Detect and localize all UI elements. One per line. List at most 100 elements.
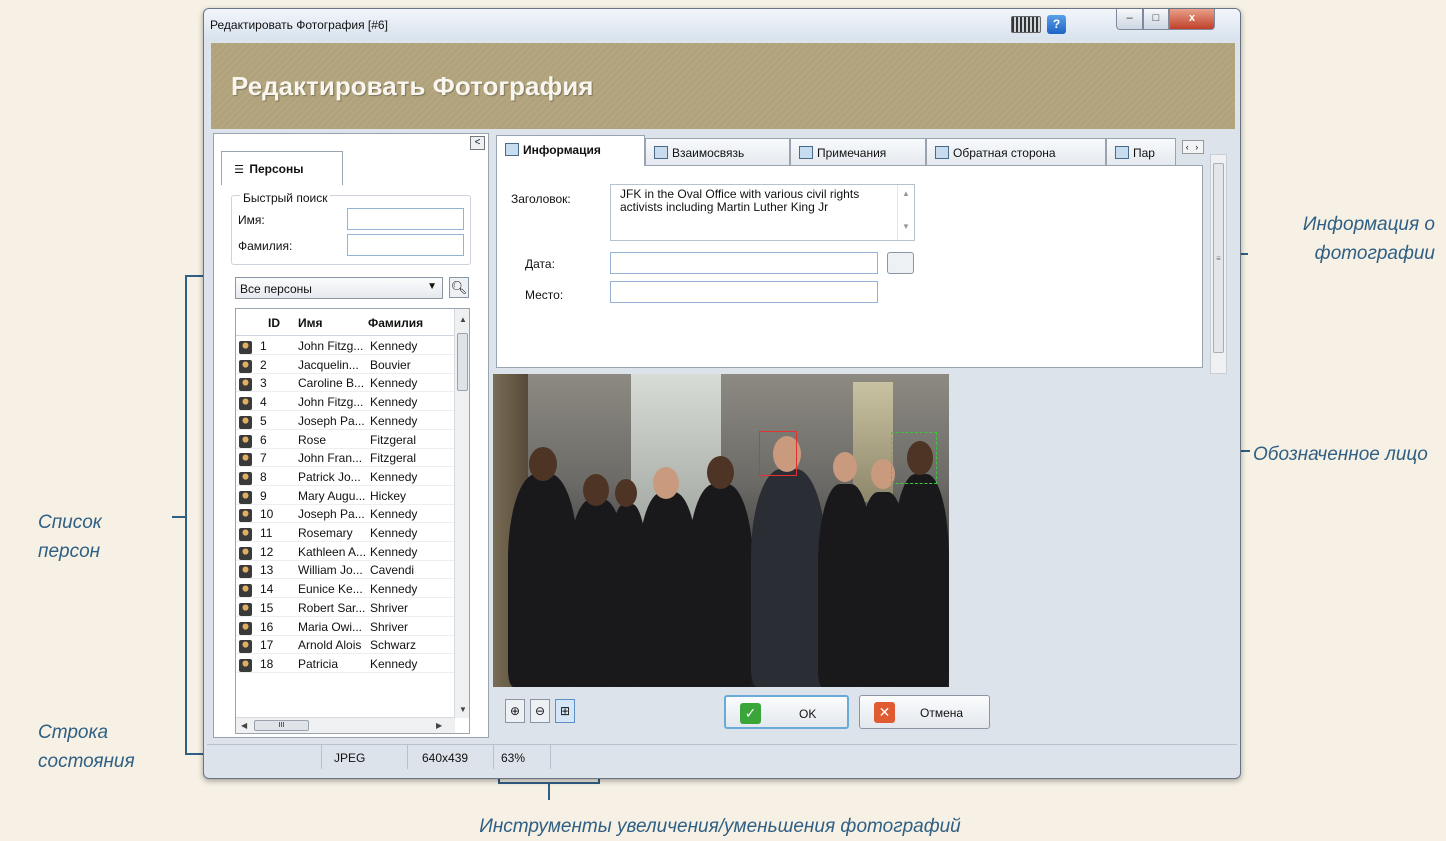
table-row[interactable]: 12 Kathleen A... Kennedy	[236, 543, 455, 561]
tab-persons[interactable]: ☰ Персоны	[221, 151, 343, 185]
photo-tabs: Информация Взаимосвязь Примечания Обратн…	[496, 135, 1223, 166]
column-id[interactable]: ID	[268, 309, 298, 335]
person-surname: Kennedy	[370, 469, 418, 484]
table-row[interactable]: 15 Robert Sar... Shriver	[236, 599, 455, 617]
table-row[interactable]: 1 John Fitzg... Kennedy	[236, 337, 455, 355]
tab-information[interactable]: Информация	[496, 135, 645, 166]
table-row[interactable]: 6 Rose Fitzgeral	[236, 431, 455, 449]
tab-scroll-arrows[interactable]: ‹ ›	[1182, 140, 1204, 154]
table-row[interactable]: 14 Eunice Ke... Kennedy	[236, 580, 455, 599]
scroll-right-icon[interactable]: ▶	[436, 721, 442, 730]
tab-parameters-label: Пар	[1133, 146, 1155, 160]
table-row[interactable]: 10 Joseph Pa... Kennedy	[236, 505, 455, 524]
chevron-down-icon: ▼	[427, 281, 437, 292]
place-input[interactable]	[610, 281, 878, 303]
scroll-thumb[interactable]	[457, 333, 468, 391]
date-input[interactable]	[610, 252, 878, 274]
persons-list-icon: ☰	[234, 164, 244, 176]
tab-relationships[interactable]: Взаимосвязь	[645, 138, 790, 165]
textarea-scrollbar[interactable]: ▲ ▼	[897, 185, 914, 240]
person-surname: Kennedy	[370, 656, 418, 671]
search-button[interactable]: 🔍︎	[449, 277, 469, 298]
table-row[interactable]: 18 Patricia Kennedy	[236, 655, 455, 673]
check-icon: ✓	[740, 703, 761, 724]
person-figure	[751, 469, 826, 687]
table-row[interactable]: 5 Joseph Pa... Kennedy	[236, 412, 455, 430]
zoom-in-button[interactable]: ⊕	[505, 699, 525, 723]
scroll-thumb[interactable]: ≡	[1213, 163, 1224, 353]
column-name[interactable]: Имя	[298, 309, 368, 335]
relationships-tab-icon	[654, 146, 668, 159]
quick-search-legend: Быстрый поиск	[240, 191, 331, 205]
info-tab-icon	[505, 143, 519, 156]
table-row[interactable]: 9 Mary Augu... Hickey	[236, 487, 455, 505]
person-name: Patrick Jo...	[298, 469, 361, 484]
person-surname: Kennedy	[370, 544, 418, 559]
tab-notes[interactable]: Примечания	[790, 138, 926, 165]
person-surname: Kennedy	[370, 507, 418, 522]
last-name-input[interactable]	[347, 234, 464, 256]
table-row[interactable]: 13 William Jo... Cavendi	[236, 561, 455, 580]
table-row[interactable]: 3 Caroline B... Kennedy	[236, 374, 455, 393]
table-row[interactable]: 8 Patrick Jo... Kennedy	[236, 468, 455, 486]
zoom-out-icon: ⊖	[534, 704, 546, 718]
candidate-face-box[interactable]	[891, 432, 937, 484]
first-name-input[interactable]	[347, 208, 464, 230]
annotation-person-list: Список персон	[38, 512, 102, 562]
calendar-button[interactable]	[887, 252, 914, 274]
table-row[interactable]: 2 Jacquelin... Bouvier	[236, 356, 455, 374]
person-surname: Shriver	[370, 619, 409, 634]
person-surname: Kennedy	[370, 339, 418, 353]
title-textarea[interactable]: JFK in the Oval Office with various civi…	[610, 184, 915, 241]
info-vertical-scrollbar[interactable]: ≡	[1210, 154, 1227, 374]
table-row[interactable]: 7 John Fran... Fitzgeral	[236, 449, 455, 468]
title-value: JFK in the Oval Office with various civi…	[620, 187, 860, 214]
close-button[interactable]: x	[1169, 9, 1215, 30]
table-row[interactable]: 16 Maria Owi... Shriver	[236, 618, 455, 636]
cancel-button[interactable]: ✕ Отмена	[859, 695, 990, 729]
maximize-button[interactable]: □	[1143, 9, 1169, 30]
tab-parameters[interactable]: Пар	[1106, 138, 1176, 165]
persons-filter-dropdown[interactable]: Все персоны ▼	[235, 277, 443, 299]
photo-view[interactable]	[493, 374, 949, 687]
annotation-status-bar: Строка состояния	[38, 722, 135, 772]
person-icon	[239, 621, 252, 635]
zoom-out-button[interactable]: ⊖	[530, 699, 550, 723]
table-row[interactable]: 4 John Fitzg... Kennedy	[236, 393, 455, 412]
help-button[interactable]: ?	[1047, 15, 1066, 34]
scroll-down-icon[interactable]: ▼	[459, 705, 467, 714]
person-icon	[239, 602, 252, 616]
person-id: 7	[260, 451, 267, 466]
person-id: 14	[260, 582, 274, 597]
table-row[interactable]: 11 Rosemary Kennedy	[236, 524, 455, 542]
cross-icon: ✕	[874, 702, 895, 723]
persons-filter-value: Все персоны	[240, 282, 312, 296]
person-surname: Kennedy	[370, 413, 418, 428]
person-id: 1	[260, 339, 267, 353]
keyboard-icon[interactable]	[1011, 16, 1041, 33]
ok-button[interactable]: ✓ OK	[724, 695, 849, 729]
table-row[interactable]: 17 Arnold Alois Schwarz	[236, 636, 455, 655]
person-name: Rosemary	[298, 526, 353, 540]
marked-face-box[interactable]	[759, 431, 797, 476]
person-name: Joseph Pa...	[298, 507, 365, 522]
reverse-side-tab-icon	[935, 146, 949, 159]
scroll-up-icon[interactable]: ▲	[459, 315, 467, 324]
fit-to-window-button[interactable]: ⊞	[555, 699, 575, 723]
scroll-thumb[interactable]: III	[254, 720, 309, 731]
parameters-tab-icon	[1115, 146, 1129, 159]
person-name: Robert Sar...	[298, 600, 366, 615]
person-id: 4	[260, 395, 267, 410]
collapse-panel-button[interactable]: <	[470, 136, 485, 150]
persons-horizontal-scrollbar[interactable]: ◀ III ▶	[236, 717, 455, 733]
scroll-left-icon[interactable]: ◀	[241, 721, 247, 730]
persons-vertical-scrollbar[interactable]: ▲ ▼	[454, 309, 469, 718]
header-banner: Редактировать Фотография	[211, 43, 1235, 129]
persons-table: ID Имя Фамилия 1 John Fitzg... Kennedy 2 Jac…	[235, 308, 470, 734]
column-surname[interactable]: Фамилия	[368, 309, 426, 335]
page-title: Редактировать Фотография	[231, 71, 594, 101]
person-icon	[239, 658, 252, 672]
person-figure	[688, 484, 753, 687]
tab-reverse-side[interactable]: Обратная сторона	[926, 138, 1106, 165]
minimize-button[interactable]: –	[1116, 9, 1143, 30]
